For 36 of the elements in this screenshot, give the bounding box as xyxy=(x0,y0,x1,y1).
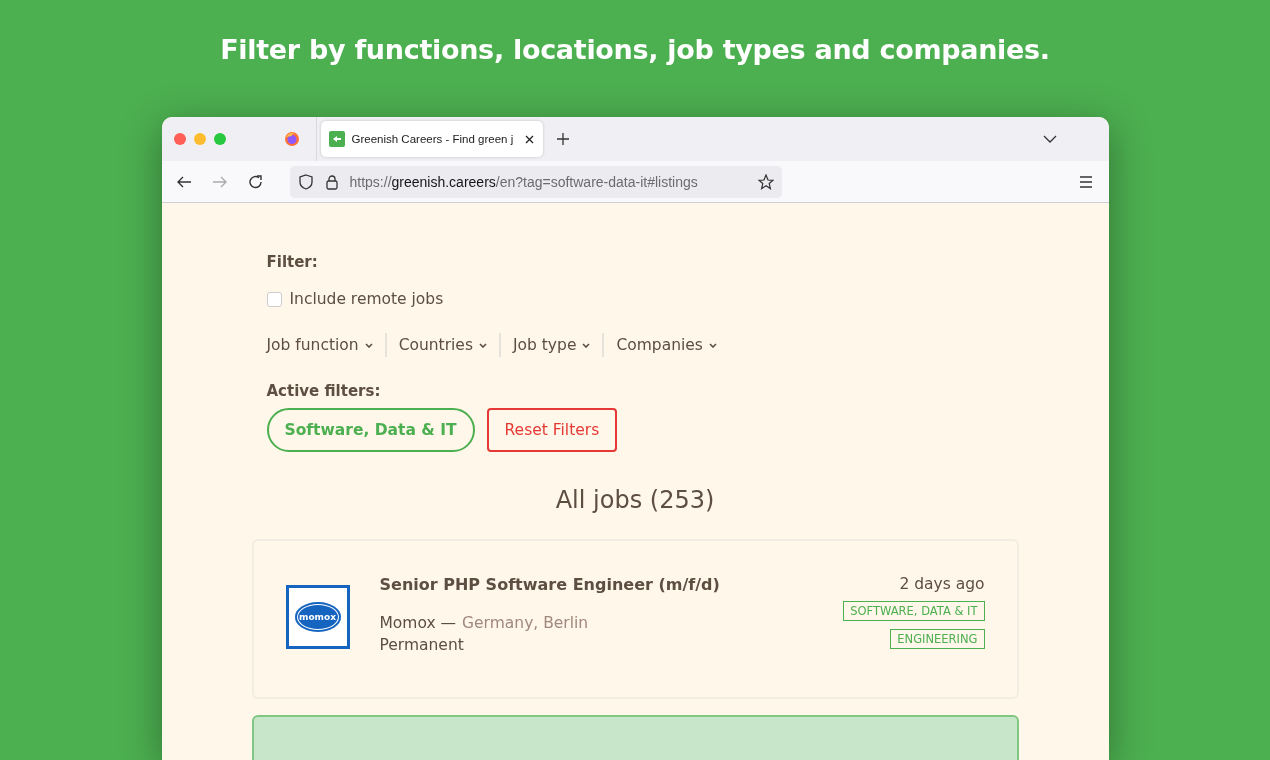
job-location: Germany, Berlin xyxy=(462,614,589,632)
checkbox-label[interactable]: Include remote jobs xyxy=(289,290,444,308)
caret-icon xyxy=(708,342,717,348)
browser-tab[interactable]: Greenish Careers - Find green j xyxy=(320,121,543,157)
posted-time: 2 days ago xyxy=(899,575,985,593)
caret-icon xyxy=(364,342,373,348)
site-logo-icon xyxy=(328,131,345,147)
address-bar[interactable]: https://greenish.careers/en?tag=software-data-it#listings xyxy=(289,165,782,198)
dropdown-toggle[interactable]: Job type xyxy=(498,333,603,357)
menu-icon[interactable] xyxy=(1078,174,1093,189)
dropdown-toggle[interactable]: Job function xyxy=(266,333,385,357)
dropdown-toggle[interactable]: Companies xyxy=(602,333,729,357)
shield-icon[interactable] xyxy=(297,173,314,190)
lock-icon[interactable] xyxy=(323,173,340,190)
chevron-down-icon[interactable] xyxy=(1042,135,1057,143)
reload-icon[interactable] xyxy=(247,173,264,190)
caret-icon xyxy=(478,342,487,348)
checkbox[interactable] xyxy=(266,291,282,307)
job-type: Permanent xyxy=(379,636,465,654)
filter-label: Filter: xyxy=(266,253,319,271)
close-icon[interactable] xyxy=(523,133,535,145)
job-card[interactable]: momox Senior PHP Software Engineer (m/f/d) Momox — Germany, Berlin Permanent 2 days ago SOFTWARE, DATA & IT ENGINEERING xyxy=(251,539,1019,699)
company-logo: momox xyxy=(285,585,350,649)
dropdown-toggle[interactable]: Countries xyxy=(384,333,499,357)
close-window-button[interactable] xyxy=(173,133,186,145)
url-text: https://greenish.careers/en?tag=software-data-it#listings xyxy=(349,173,699,190)
new-tab-icon[interactable] xyxy=(556,133,569,145)
job-title[interactable]: Senior PHP Software Engineer (m/f/d) xyxy=(379,575,814,594)
active-filters-label: Active filters: xyxy=(266,382,382,400)
listing-title: All jobs (253) xyxy=(554,486,716,514)
reset-filters-button[interactable]: Reset Filters xyxy=(486,408,618,452)
star-icon[interactable] xyxy=(757,173,774,190)
browser-logo-icon[interactable] xyxy=(283,131,300,147)
headline: Filter by functions, locations, job types and companies. xyxy=(219,33,1051,67)
caret-icon xyxy=(582,342,591,348)
company-name: Momox — xyxy=(379,614,457,632)
